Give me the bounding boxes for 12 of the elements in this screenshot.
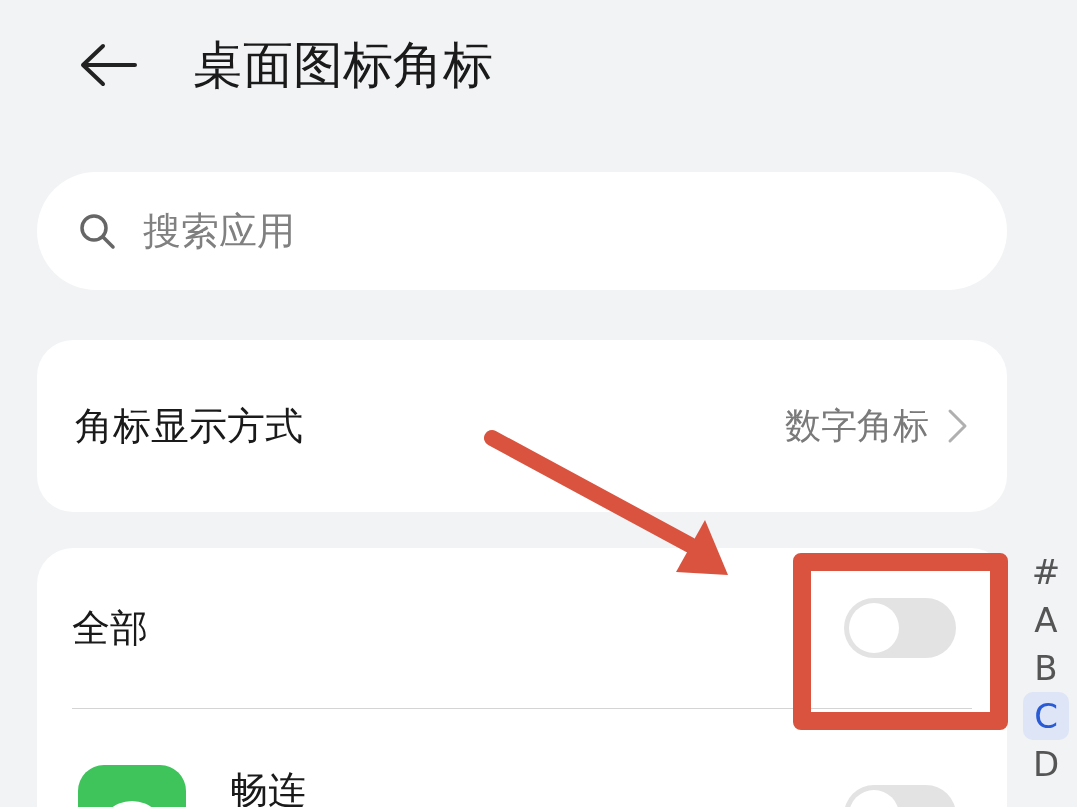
- badge-style-item[interactable]: 角标显示方式 数字角标: [37, 340, 1007, 512]
- index-letter[interactable]: #: [1023, 548, 1069, 596]
- page-title: 桌面图标角标: [193, 34, 493, 96]
- index-letter[interactable]: B: [1023, 644, 1069, 692]
- search-field[interactable]: 搜索应用: [37, 172, 1007, 290]
- chevron-right-icon: [947, 408, 969, 444]
- toggle-switch[interactable]: [844, 598, 956, 658]
- index-letter[interactable]: C: [1023, 692, 1069, 740]
- row-label: 全部: [72, 604, 149, 652]
- index-letter[interactable]: D: [1023, 740, 1069, 788]
- index-letter[interactable]: A: [1023, 596, 1069, 644]
- back-arrow-icon[interactable]: [79, 43, 137, 87]
